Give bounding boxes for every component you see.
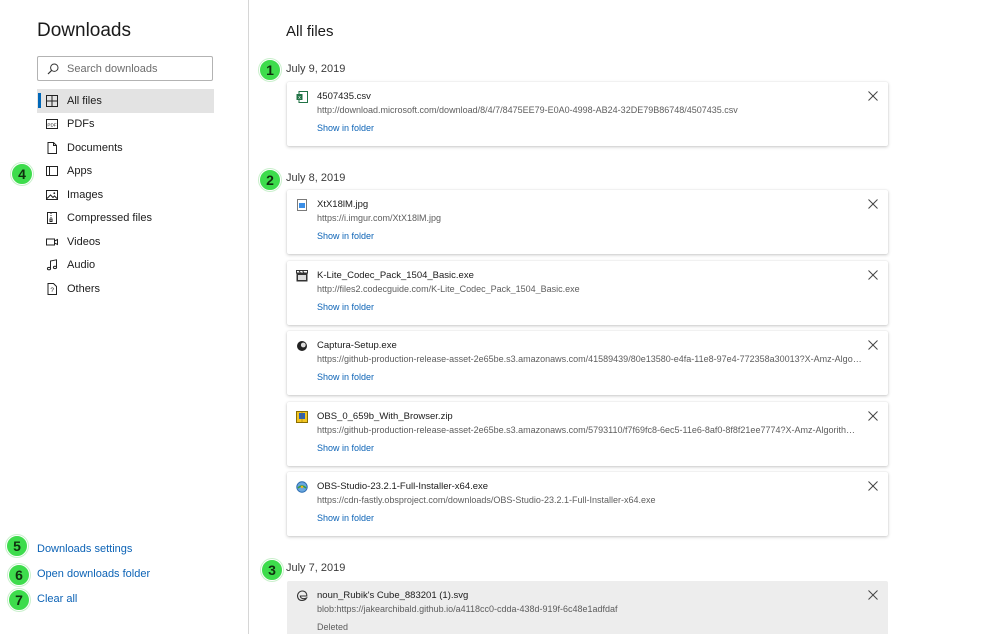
callout-badge-4: 4 [11, 163, 33, 185]
nav-item-compressed-files[interactable]: Compressed files [37, 207, 214, 231]
captura-icon [297, 341, 307, 351]
download-item[interactable]: Captura-Setup.exe https://github-product… [287, 331, 888, 395]
callout-badge-7: 7 [8, 589, 30, 611]
nav-item-audio[interactable]: Audio [37, 254, 214, 278]
deleted-status: Deleted [317, 622, 349, 632]
sidebar-title: Downloads [37, 20, 131, 41]
nav-item-label: Others [67, 282, 101, 295]
file-name[interactable]: 4507435.csv [317, 91, 371, 102]
download-item-deleted[interactable]: noun_Rubik's Cube_883201 (1).svg blob:ht… [287, 581, 888, 634]
file-name: noun_Rubik's Cube_883201 (1).svg [317, 590, 469, 601]
download-item[interactable]: OBS-Studio-23.2.1-Full-Installer-x64.exe… [287, 472, 888, 536]
download-item[interactable]: OBS_0_659b_With_Browser.zip https://gith… [287, 402, 888, 466]
video-icon [46, 236, 58, 248]
download-item[interactable]: K-Lite_Codec_Pack_1504_Basic.exe http://… [287, 261, 888, 325]
nav-item-all-files[interactable]: All files [37, 89, 214, 113]
open-downloads-folder-link[interactable]: Open downloads folder [37, 566, 150, 591]
grid-icon [46, 94, 58, 107]
nav-item-label: Audio [67, 259, 96, 272]
file-url: https://i.imgur.com/XtX18lM.jpg [317, 213, 442, 223]
date-header: July 8, 2019 [286, 172, 346, 184]
svg-text:?: ? [50, 287, 54, 294]
file-name[interactable]: XtX18lM.jpg [317, 199, 368, 210]
edge-file-icon [297, 590, 308, 601]
close-icon[interactable] [867, 198, 879, 210]
nav-item-label: Images [67, 188, 104, 201]
close-icon[interactable] [867, 410, 879, 422]
nav-item-label: Videos [67, 235, 101, 248]
excel-csv-icon: x [296, 91, 308, 103]
question-icon: ? [46, 282, 58, 295]
show-in-folder-link[interactable]: Show in folder [317, 372, 374, 382]
film-clapper-icon [296, 270, 308, 282]
category-nav: All files PDF PDFs Documents Apps Images… [37, 89, 214, 301]
callout-badge-2: 2 [259, 169, 281, 191]
nav-item-label: Compressed files [67, 212, 152, 225]
zip-icon [46, 212, 58, 225]
clear-all-link[interactable]: Clear all [37, 591, 150, 616]
file-url: blob:https://jakearchibald.github.io/a41… [317, 604, 618, 614]
file-name[interactable]: K-Lite_Codec_Pack_1504_Basic.exe [317, 270, 474, 281]
show-in-folder-link[interactable]: Show in folder [317, 231, 374, 241]
sidebar-footer: Downloads settings Open downloads folder… [37, 541, 150, 616]
file-url: https://github-production-release-asset-… [317, 354, 862, 364]
app-window-icon [46, 165, 58, 177]
music-note-icon [46, 259, 58, 271]
callout-badge-6: 6 [8, 564, 30, 586]
nav-item-label: Documents [67, 141, 123, 154]
download-item[interactable]: x 4507435.csv http://download.microsoft.… [287, 82, 888, 146]
file-name[interactable]: Captura-Setup.exe [317, 340, 397, 351]
file-name[interactable]: OBS_0_659b_With_Browser.zip [317, 411, 453, 422]
close-icon[interactable] [867, 339, 879, 351]
file-url: http://files2.codecguide.com/K-Lite_Code… [317, 284, 580, 294]
downloads-page: Downloads All files PDF PDFs [0, 0, 999, 634]
search-box[interactable] [37, 56, 213, 81]
search-icon [47, 62, 59, 74]
main-content: All files July 9, 2019 x 4507435.csv htt… [250, 0, 999, 634]
show-in-folder-link[interactable]: Show in folder [317, 443, 374, 453]
callout-badge-5: 5 [6, 535, 28, 557]
installer-icon [296, 481, 308, 493]
svg-text:PDF: PDF [47, 123, 56, 128]
file-url: https://github-production-release-asset-… [317, 425, 862, 435]
callout-badge-3: 3 [261, 559, 283, 581]
zip-archive-icon [296, 411, 308, 423]
sidebar: Downloads All files PDF PDFs [0, 0, 249, 634]
page-title: All files [286, 23, 334, 40]
image-file-icon [297, 199, 307, 211]
nav-item-documents[interactable]: Documents [37, 136, 214, 160]
pdf-icon: PDF [46, 118, 58, 130]
nav-item-label: Apps [67, 165, 93, 178]
close-icon[interactable] [867, 269, 879, 281]
nav-item-label: All files [67, 94, 102, 107]
nav-item-images[interactable]: Images [37, 183, 214, 207]
show-in-folder-link[interactable]: Show in folder [317, 513, 374, 523]
document-icon [46, 141, 58, 154]
file-name[interactable]: OBS-Studio-23.2.1-Full-Installer-x64.exe [317, 481, 488, 492]
close-icon[interactable] [867, 480, 879, 492]
nav-item-pdfs[interactable]: PDF PDFs [37, 113, 214, 137]
download-item[interactable]: XtX18lM.jpg https://i.imgur.com/XtX18lM.… [287, 190, 888, 254]
date-header: July 9, 2019 [286, 63, 346, 75]
file-url: http://download.microsoft.com/download/8… [317, 105, 738, 115]
nav-item-videos[interactable]: Videos [37, 230, 214, 254]
nav-item-apps[interactable]: Apps [37, 160, 214, 184]
nav-item-label: PDFs [67, 118, 95, 131]
date-header: July 7, 2019 [286, 562, 346, 574]
downloads-settings-link[interactable]: Downloads settings [37, 541, 150, 566]
close-icon[interactable] [867, 90, 879, 102]
show-in-folder-link[interactable]: Show in folder [317, 123, 374, 133]
nav-item-others[interactable]: ? Others [37, 277, 214, 301]
file-url: https://cdn-fastly.obsproject.com/downlo… [317, 495, 656, 505]
show-in-folder-link[interactable]: Show in folder [317, 302, 374, 312]
search-input[interactable] [67, 62, 207, 75]
close-icon[interactable] [867, 589, 879, 601]
image-icon [46, 189, 58, 201]
callout-badge-1: 1 [259, 59, 281, 81]
